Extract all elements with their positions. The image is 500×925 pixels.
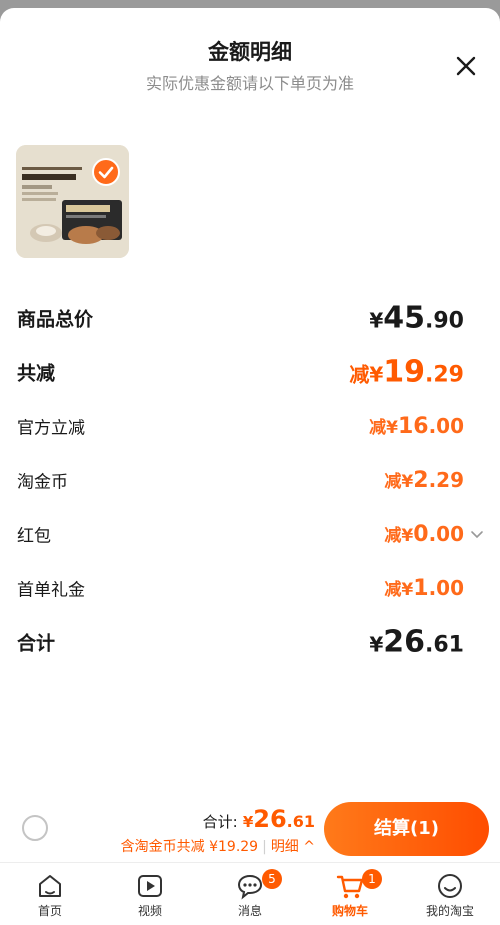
tab-cart-label: 购物车 [331, 904, 368, 918]
checkout-total-label: 合计: [202, 813, 238, 831]
tab-home-label: 首页 [37, 904, 62, 918]
messages-badge: 5 [262, 869, 282, 889]
total-price-label: 商品总价 [17, 308, 94, 331]
red-packet-label: 红包 [17, 526, 51, 547]
tab-home[interactable]: 首页 [0, 871, 100, 925]
first-order-gift-value: 减¥1.00 [384, 576, 464, 601]
tab-cart[interactable]: 1 购物车 [300, 869, 400, 925]
chevron-up-icon: ^ [303, 839, 315, 855]
total-reduction-label: 共减 [17, 362, 56, 385]
video-icon [138, 875, 162, 897]
tab-messages-label: 消息 [237, 904, 262, 918]
separator: | [262, 839, 267, 855]
home-icon [39, 875, 61, 897]
checkout-total-value: ¥26.61 [242, 805, 315, 833]
tao-coin-label: 淘金币 [17, 472, 68, 493]
checkout-bar: 合计: ¥26.61 含淘金币共减 ¥19.29 | 明细 ^ 结算(1) [0, 800, 500, 862]
check-icon [98, 166, 114, 179]
tab-my-taobao[interactable]: 我的淘宝 [400, 871, 500, 925]
product-selected-checkmark[interactable] [92, 158, 120, 186]
official-discount-label: 官方立减 [17, 418, 85, 439]
detail-toggle-link[interactable]: 明细 ^ [271, 839, 315, 855]
total-reduction-row: 共减 减¥19.29 [0, 352, 500, 392]
amount-detail-sheet: 金额明细 实际优惠金额请以下单页为准 商品总价 ¥45.90 共减 减¥19.2… [0, 8, 500, 925]
total-price-row: 商品总价 ¥45.90 [0, 298, 500, 338]
tab-video-label: 视频 [137, 904, 162, 918]
close-button[interactable] [452, 52, 480, 80]
first-order-gift-row: 首单礼金 减¥1.00 [0, 568, 500, 608]
total-price-value: ¥45.90 [369, 300, 464, 336]
message-icon [237, 874, 263, 900]
checkout-button[interactable]: 结算(1) [324, 802, 489, 856]
tab-video[interactable]: 视频 [100, 871, 200, 925]
official-discount-row: 官方立减 减¥16.00 [0, 406, 500, 446]
close-icon [456, 56, 476, 76]
chevron-down-icon[interactable] [470, 527, 484, 541]
tao-coin-row: 淘金币 减¥2.29 [0, 460, 500, 500]
sheet-subtitle: 实际优惠金额请以下单页为准 [145, 74, 354, 93]
tab-messages[interactable]: 5 消息 [200, 869, 300, 925]
red-packet-value: 减¥0.00 [384, 522, 464, 547]
sum-value: ¥26.61 [369, 624, 464, 660]
bottom-tab-bar: 首页 视频 5 消息 1 购物车 我的淘宝 [0, 862, 500, 925]
sheet-title: 金额明细 [208, 40, 292, 64]
cart-badge: 1 [362, 869, 382, 889]
select-all-radio[interactable] [22, 815, 48, 841]
first-order-gift-label: 首单礼金 [17, 580, 85, 601]
tab-my-taobao-label: 我的淘宝 [425, 904, 474, 918]
cart-icon [336, 875, 364, 899]
total-reduction-value: 减¥19.29 [349, 354, 464, 390]
red-packet-row[interactable]: 红包 减¥0.00 [0, 514, 500, 554]
checkout-saving: 含淘金币共减 ¥19.29 | 明细 ^ [121, 836, 315, 856]
sum-row: 合计 ¥26.61 [0, 622, 500, 662]
sum-label: 合计 [17, 632, 56, 655]
profile-icon [438, 874, 462, 898]
saving-text: 含淘金币共减 ¥19.29 [120, 839, 259, 855]
checkout-total: 合计: ¥26.61 [203, 805, 315, 833]
tao-coin-value: 减¥2.29 [384, 468, 464, 493]
official-discount-value: 减¥16.00 [369, 414, 464, 439]
